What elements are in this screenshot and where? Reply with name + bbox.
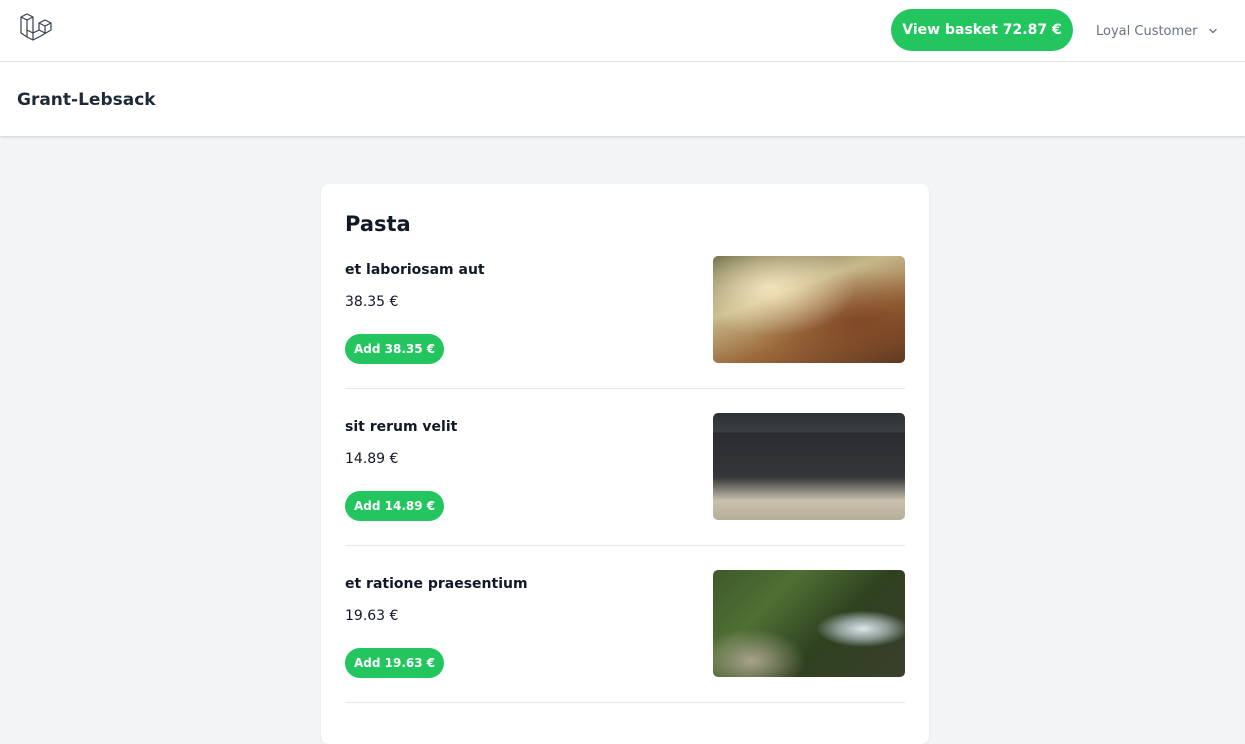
menu-card: Pasta et laboriosam aut 38.35 € Add 38.3…: [321, 184, 929, 744]
laravel-logo-icon[interactable]: [19, 13, 53, 47]
item-price: 19.63 €: [345, 608, 399, 624]
user-menu-dropdown[interactable]: Loyal Customer: [1096, 20, 1219, 42]
item-divider: [345, 545, 905, 546]
user-name: Loyal Customer: [1096, 23, 1198, 39]
restaurant-title: Grant-Lebsack: [17, 90, 156, 110]
item-price: 14.89 €: [345, 451, 399, 467]
chevron-down-icon: [1207, 25, 1219, 37]
item-divider: [345, 702, 905, 703]
category-title: Pasta: [345, 212, 411, 236]
add-to-basket-button[interactable]: Add 14.89 €: [345, 491, 445, 521]
menu-item: et ratione praesentium 19.63 € Add 19.63…: [345, 570, 905, 727]
item-name: et ratione praesentium: [345, 576, 528, 592]
menu-item: sit rerum velit 14.89 € Add 14.89 €: [345, 413, 905, 570]
item-image: [713, 413, 905, 520]
item-name: sit rerum velit: [345, 419, 458, 435]
item-image: [713, 256, 905, 363]
menu-item: et laboriosam aut 38.35 € Add 38.35 €: [345, 256, 905, 413]
item-name: et laboriosam aut: [345, 262, 485, 278]
item-price: 38.35 €: [345, 294, 399, 310]
add-to-basket-button[interactable]: Add 19.63 €: [345, 648, 445, 678]
item-image: [713, 570, 905, 677]
item-divider: [345, 388, 905, 389]
view-basket-button[interactable]: View basket 72.87 €: [891, 9, 1073, 51]
add-to-basket-button[interactable]: Add 38.35 €: [345, 334, 445, 364]
top-navigation: View basket 72.87 € Loyal Customer: [0, 0, 1245, 62]
page-header: Grant-Lebsack: [0, 62, 1245, 136]
